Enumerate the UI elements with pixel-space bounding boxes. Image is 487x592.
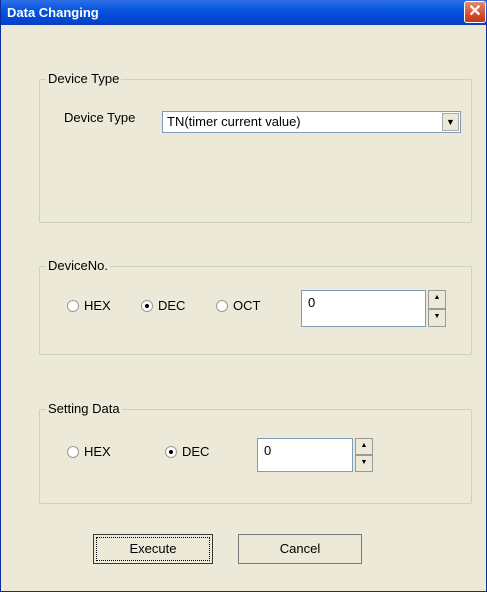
arrow-down-icon[interactable]: ▼ (355, 455, 373, 472)
setting-data-dec-option[interactable]: DEC (165, 444, 209, 459)
device-no-oct-option[interactable]: OCT (216, 298, 260, 313)
setting-data-hex-option[interactable]: HEX (67, 444, 111, 459)
radio-button-icon[interactable] (67, 445, 79, 458)
setting-data-dec-label: DEC (182, 444, 210, 459)
setting-data-hex-label: HEX (84, 444, 111, 459)
device-type-selected-value: TN(timer current value) (167, 114, 301, 129)
close-button[interactable]: ✕ (464, 1, 486, 23)
execute-button[interactable]: Execute (93, 534, 213, 564)
arrow-up-icon[interactable]: ▲ (428, 290, 446, 309)
device-no-hex-label: HEX (84, 298, 111, 313)
arrow-up-icon[interactable]: ▲ (355, 438, 373, 455)
device-no-group-label: DeviceNo. (46, 258, 110, 273)
title-bar[interactable]: Data Changing ✕ (1, 0, 487, 25)
setting-data-spinner[interactable]: 0 ▲ ▼ (257, 438, 373, 472)
device-type-dropdown[interactable]: TN(timer current value) ▼ (162, 111, 461, 133)
chevron-down-icon[interactable]: ▼ (442, 113, 459, 131)
radio-button-icon[interactable] (216, 299, 228, 312)
device-no-input[interactable]: 0 (301, 290, 426, 327)
device-no-dec-option[interactable]: DEC (141, 298, 185, 313)
arrow-down-icon[interactable]: ▼ (428, 308, 446, 327)
radio-button-checked-icon[interactable] (141, 299, 153, 312)
device-type-group: Device Type (39, 71, 472, 223)
device-no-spinner[interactable]: 0 ▲ ▼ (301, 290, 446, 327)
setting-data-group-label: Setting Data (46, 401, 122, 416)
cancel-button[interactable]: Cancel (238, 534, 362, 564)
device-no-oct-label: OCT (233, 298, 261, 313)
device-type-group-label: Device Type (46, 71, 122, 86)
dialog-window: Data Changing ✕ Device Type Device Type … (0, 0, 487, 592)
radio-button-checked-icon[interactable] (165, 445, 177, 458)
device-type-label: Device Type (64, 110, 136, 125)
window-title: Data Changing (7, 5, 99, 20)
close-icon: ✕ (468, 3, 482, 20)
setting-data-input[interactable]: 0 (257, 438, 353, 472)
device-no-hex-option[interactable]: HEX (67, 298, 111, 313)
radio-button-icon[interactable] (67, 299, 79, 312)
device-no-dec-label: DEC (158, 298, 186, 313)
